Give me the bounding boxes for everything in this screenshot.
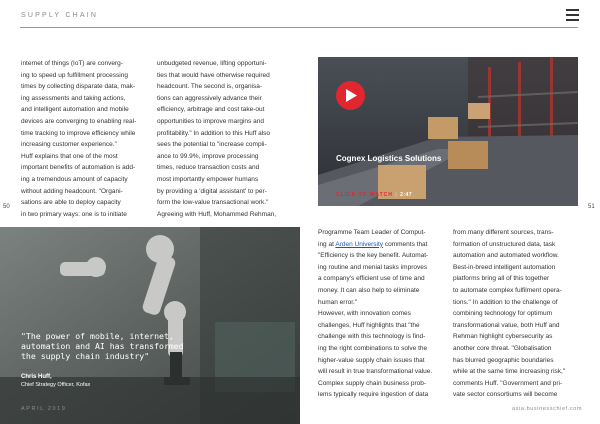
article-column-3: Programme Team Leader of Comput- ing at … xyxy=(318,227,443,401)
click-to-watch-label[interactable]: CLICK TO WATCH xyxy=(336,192,393,198)
page-number-right: 51 xyxy=(588,204,595,210)
column-4-text: from many different sources, trans- form… xyxy=(453,229,566,399)
column-3-text: Programme Team Leader of Comput- ing at … xyxy=(318,227,443,401)
quote-attribution-name: Chris Huff, xyxy=(21,374,52,380)
header-divider xyxy=(20,27,578,28)
article-column-1: internet of things (IoT) are converg- in… xyxy=(21,58,149,220)
click-to-watch-link[interactable]: CLICK TO WATCH | 2:47 xyxy=(336,192,412,198)
robot-arm-photo xyxy=(0,227,300,424)
quote-attribution-role: Chief Strategy Officer, Kofax xyxy=(21,382,91,388)
play-icon xyxy=(346,89,357,102)
pull-quote: "The power of mobile, internet, automati… xyxy=(21,331,184,361)
video-player[interactable]: Cognex Logistics Solutions CLICK TO WATC… xyxy=(318,57,578,206)
page-number-left: 50 xyxy=(3,204,10,210)
issue-date: APRIL 2019 xyxy=(21,406,67,412)
column-3-text-rest: comments that "Efficiency is the key ben… xyxy=(318,240,433,399)
robot-arm-image xyxy=(0,227,300,424)
article-column-4: from many different sources, trans- form… xyxy=(453,227,579,401)
article-column-2: unbudgeted revenue, lifting opportuni- t… xyxy=(157,58,285,220)
quote-accent-rule xyxy=(21,369,31,370)
video-title: Cognex Logistics Solutions xyxy=(336,154,442,163)
warehouse-conveyor-image xyxy=(318,57,578,206)
column-2-text: unbudgeted revenue, lifting opportuni- t… xyxy=(157,60,277,218)
section-title: SUPPLY CHAIN xyxy=(21,12,99,19)
video-duration: 2:47 xyxy=(400,192,413,198)
website-url[interactable]: asia.businesschief.com xyxy=(512,406,582,412)
play-button[interactable] xyxy=(336,81,365,110)
cta-separator: | xyxy=(395,192,398,198)
column-1-text: internet of things (IoT) are converg- in… xyxy=(21,60,137,218)
hamburger-menu-icon[interactable] xyxy=(566,9,579,21)
arden-university-link[interactable]: Arden University xyxy=(335,241,383,248)
